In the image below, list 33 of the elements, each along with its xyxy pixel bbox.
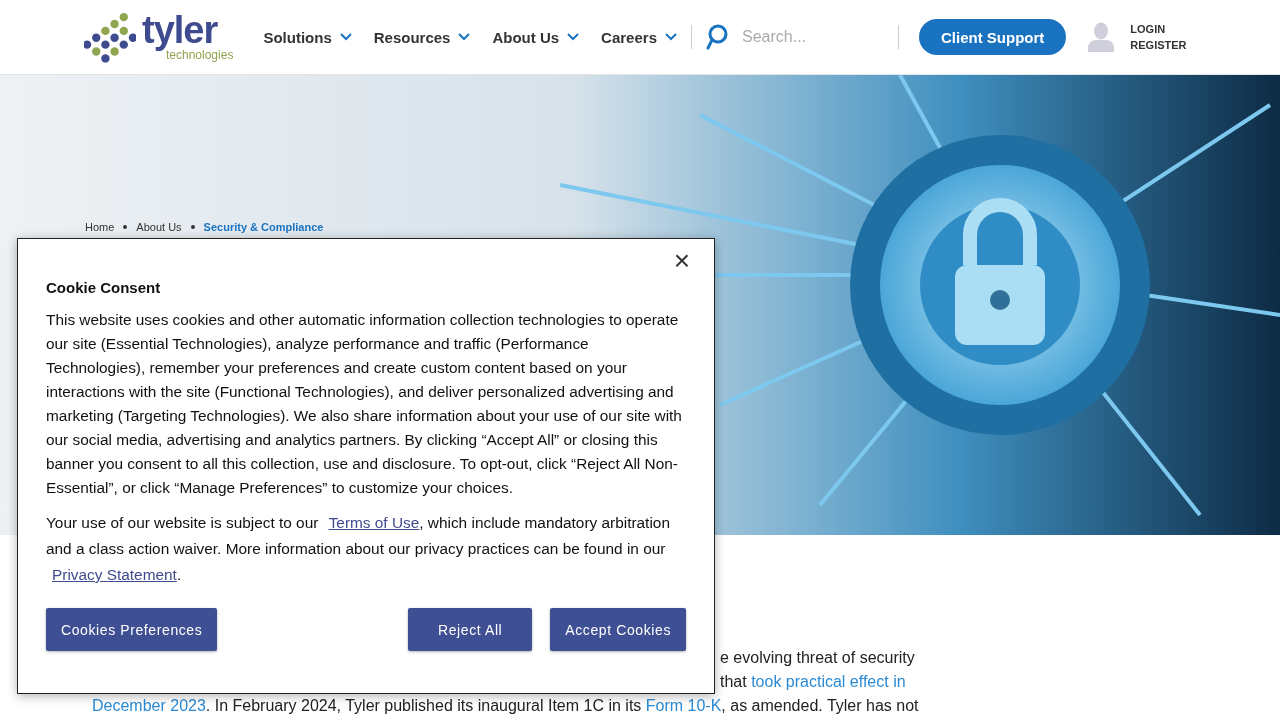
cookie-button[interactable]: Accept Cookies: [550, 608, 686, 651]
breadcrumb-link[interactable]: About Us: [136, 221, 182, 233]
nav-menu[interactable]: Solutions: [263, 28, 352, 46]
chevron-down-icon: [339, 33, 352, 41]
nav-menu[interactable]: Resources: [373, 28, 471, 46]
terms-text: Your use of our website is subject to our Terms of Use, which include mandatory arbitration and a class action waiver. More information about our privacy practices can be found in our Privacy Statement.: [46, 513, 671, 585]
cookie-button[interactable]: Reject All: [407, 608, 533, 651]
text-link[interactable]: Privacy Statement: [52, 566, 177, 583]
text-link[interactable]: took practical effect in: [751, 673, 906, 690]
client-support-button[interactable]: Client Support: [919, 19, 1067, 55]
chevron-down-icon: [665, 33, 677, 41]
logo-name: tyler: [142, 11, 218, 49]
dialog-title: Cookie Consent: [46, 279, 162, 296]
cookie-text: This website uses cookies and other automatic information collection technologies to operate our site (Essential Technologies), analyze performance and traffic (Performance Technologies), remember your preferences and create custom content based on your interactions with the site (Functional Technologies), and deliver personalized advertising and marketing (Targeting Technologies). We also share information about your use of our site with our social media, advertising and analytics partners. By clicking “Accept All” or closing this banner you consent to all this collection, use and disclosure. To opt-out, click “Reject All Non-Essential”, or click “Manage Preferences” to customize your choices.: [46, 310, 683, 498]
cookie-button[interactable]: Cookies Preferences: [46, 608, 218, 651]
breadcrumb-link[interactable]: Security & Compliance: [203, 221, 324, 233]
text-link[interactable]: Form 10-K: [645, 697, 722, 714]
close-button[interactable]: ×: [669, 247, 694, 275]
text-link[interactable]: December 2023: [92, 697, 206, 714]
search-icon[interactable]: [706, 24, 728, 50]
text-link[interactable]: Terms of Use: [328, 514, 420, 531]
nav-menu[interactable]: Careers: [601, 28, 677, 46]
chevron-down-icon: [458, 33, 471, 41]
user-icon: [1088, 22, 1115, 52]
account-link[interactable]: LOGIN: [1130, 23, 1187, 35]
body-text: e evolving threat of security: [719, 648, 916, 668]
breadcrumb-link[interactable]: Home: [85, 221, 115, 233]
body-text: December 2023. In February 2024, Tyler published its inaugural Item 1C in its Form 10-K, as amended. Tyler has not: [92, 696, 920, 716]
nav-menu[interactable]: About Us: [492, 28, 580, 46]
logo-tagline: technologies: [166, 49, 234, 61]
logo-icon: [84, 11, 136, 63]
chevron-down-icon: [567, 33, 580, 41]
account-link[interactable]: REGISTER: [1130, 39, 1187, 51]
